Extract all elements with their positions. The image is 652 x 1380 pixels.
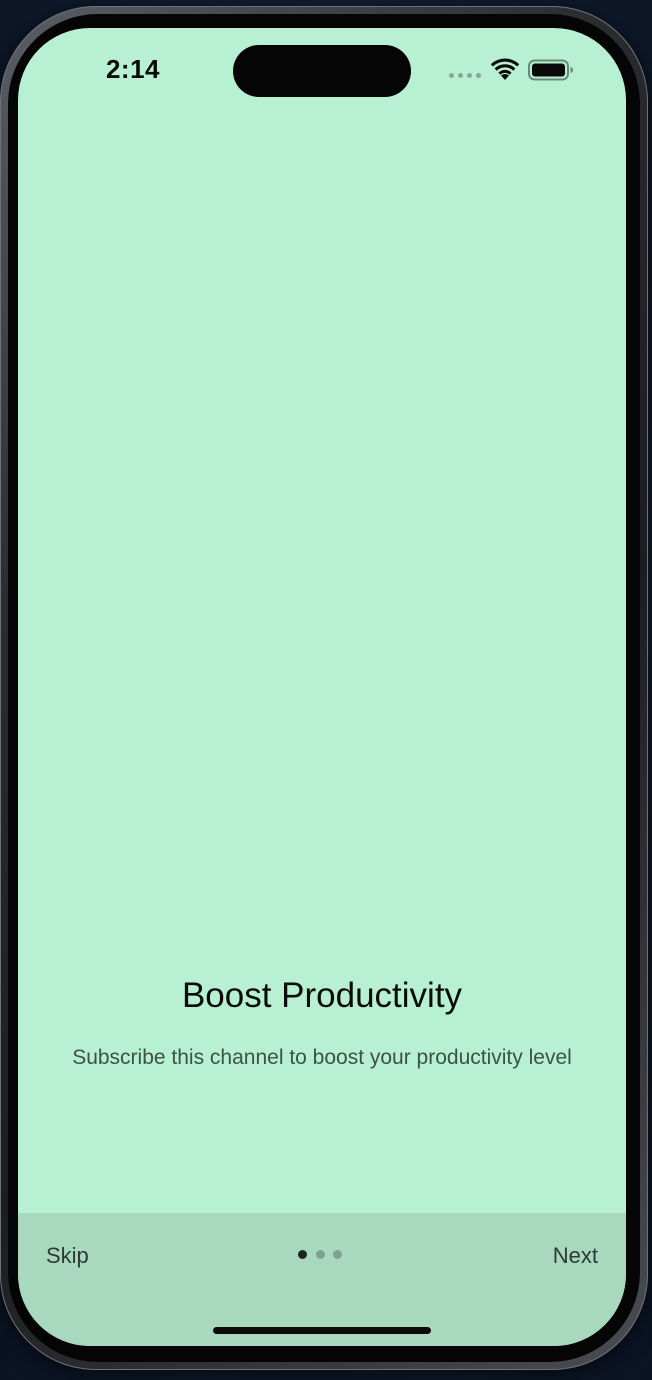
page-dot-1[interactable] bbox=[298, 1250, 307, 1259]
onboarding-footer: Skip Next bbox=[18, 1213, 626, 1346]
page-dot-3[interactable] bbox=[333, 1250, 342, 1259]
onboarding-content: Boost Productivity Subscribe this channe… bbox=[18, 968, 626, 1071]
skip-button[interactable]: Skip bbox=[36, 1239, 99, 1273]
page-dot-2[interactable] bbox=[316, 1250, 325, 1259]
next-button[interactable]: Next bbox=[545, 1239, 606, 1273]
status-bar: 2:14 bbox=[18, 28, 626, 118]
onboarding-screen: 2:14 Boost Productivity Subscribe this c… bbox=[18, 28, 626, 1346]
cellular-signal-icon bbox=[449, 73, 483, 79]
onboarding-subtitle: Subscribe this channel to boost your pro… bbox=[72, 1046, 572, 1069]
wifi-icon bbox=[490, 58, 520, 80]
status-time: 2:14 bbox=[105, 54, 161, 84]
battery-icon bbox=[528, 59, 573, 81]
page-indicator[interactable] bbox=[298, 1250, 346, 1260]
onboarding-title: Boost Productivity bbox=[181, 976, 463, 1015]
home-indicator[interactable] bbox=[213, 1327, 431, 1334]
dynamic-island bbox=[233, 45, 411, 97]
